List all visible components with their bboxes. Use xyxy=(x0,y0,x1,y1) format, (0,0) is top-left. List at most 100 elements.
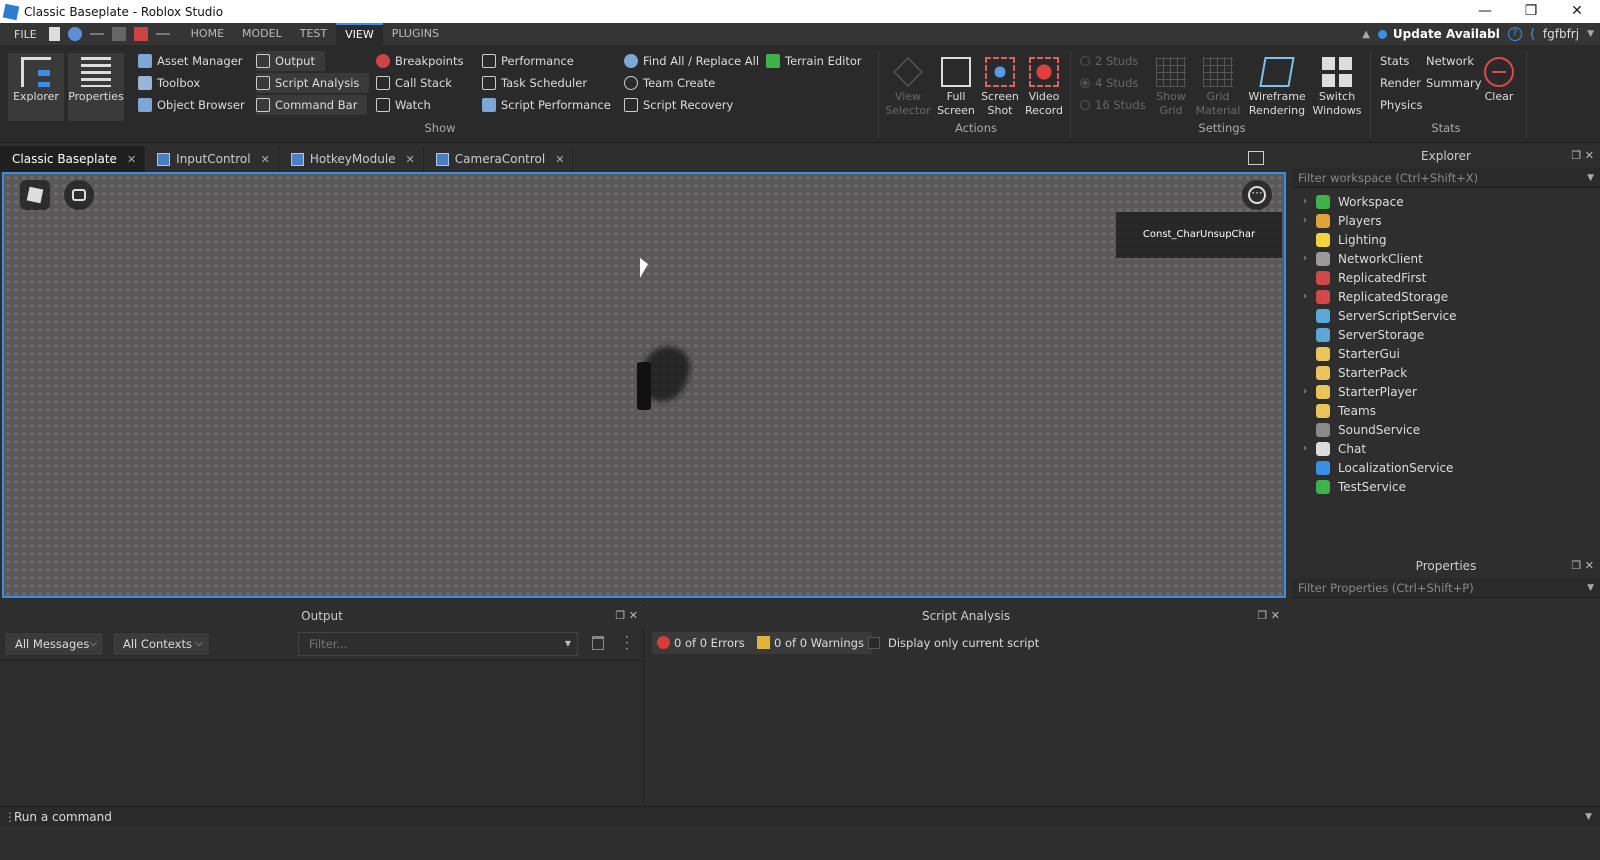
explorer-item-soundservice[interactable]: SoundService xyxy=(1292,420,1420,439)
explorer-item-lighting[interactable]: Lighting xyxy=(1292,230,1387,249)
more-options-icon[interactable]: ··· xyxy=(1242,180,1272,210)
doc-tab-cameracontrol[interactable]: CameraControl ✕ xyxy=(424,146,574,172)
network-button[interactable]: Network xyxy=(1426,51,1474,71)
user-dropdown-icon[interactable]: ▼ xyxy=(1587,29,1594,39)
switch-windows-button[interactable]: Switch Windows xyxy=(1308,53,1366,121)
maximize-button[interactable]: ❐ xyxy=(1508,0,1554,23)
panel-controls[interactable]: ❐ ✕ xyxy=(615,606,638,626)
find-icon[interactable] xyxy=(67,27,82,41)
explorer-button[interactable]: Explorer xyxy=(8,53,64,121)
toolbox-button[interactable]: Toolbox xyxy=(138,73,200,93)
game-viewport[interactable]: ··· Const_CharUnsupChar xyxy=(2,172,1286,598)
expand-chevron-icon[interactable]: › xyxy=(1298,291,1312,302)
close-tab-icon[interactable]: ✕ xyxy=(261,153,270,166)
popout-viewport-icon[interactable] xyxy=(1248,151,1264,165)
grid-material-button[interactable]: Grid Material xyxy=(1190,53,1246,121)
close-tab-icon[interactable]: ✕ xyxy=(406,153,415,166)
explorer-item-teams[interactable]: Teams xyxy=(1292,401,1376,420)
script-analysis-button[interactable]: Script Analysis xyxy=(256,73,370,93)
output-filter-input[interactable]: Filter... ▼ xyxy=(298,632,578,656)
explorer-item-startergui[interactable]: StarterGui xyxy=(1292,344,1400,363)
breakpoints-button[interactable]: Breakpoints xyxy=(376,51,463,71)
publish-icon[interactable] xyxy=(111,27,126,41)
terrain-editor-button[interactable]: Terrain Editor xyxy=(766,51,862,71)
roblox-menu-icon[interactable] xyxy=(20,180,50,210)
close-tab-icon[interactable]: ✕ xyxy=(555,153,564,166)
explorer-item-serverscriptservice[interactable]: ServerScriptService xyxy=(1292,306,1457,325)
wireframe-rendering-button[interactable]: Wireframe Rendering xyxy=(1246,53,1308,121)
grid-4-studs-radio[interactable]: 4 Studs xyxy=(1080,73,1138,93)
explorer-item-replicatedstorage[interactable]: › ReplicatedStorage xyxy=(1292,287,1448,306)
drag-handle-icon[interactable]: ⋮ xyxy=(4,807,16,827)
close-tab-icon[interactable]: ✕ xyxy=(127,153,136,166)
context-select[interactable]: All Contexts ⌵ xyxy=(112,632,210,656)
properties-button[interactable]: Properties xyxy=(68,53,124,121)
command-history-icon[interactable]: ▼ xyxy=(1585,807,1592,827)
command-bar[interactable]: ⋮ Run a command ▼ xyxy=(0,806,1600,826)
explorer-item-workspace[interactable]: › Workspace xyxy=(1292,192,1404,211)
watch-button[interactable]: Watch xyxy=(376,95,431,115)
script-recovery-button[interactable]: Script Recovery xyxy=(624,95,733,115)
properties-filter-input[interactable]: Filter Properties (Ctrl+Shift+P) ▼ xyxy=(1292,578,1600,598)
more-vertical-icon[interactable]: · · · xyxy=(625,631,629,655)
checkbox[interactable] xyxy=(868,637,880,649)
filter-dropdown-icon[interactable]: ▼ xyxy=(1587,578,1594,598)
panel-controls[interactable]: ❐ ✕ xyxy=(1571,146,1594,166)
message-type-select[interactable]: All Messages ⌵ xyxy=(4,632,104,656)
clear-stats-button[interactable]: Clear xyxy=(1474,53,1524,121)
explorer-item-localizationservice[interactable]: LocalizationService xyxy=(1292,458,1453,477)
file-menu[interactable]: FILE xyxy=(0,28,49,41)
explorer-item-networkclient[interactable]: › NetworkClient xyxy=(1292,249,1423,268)
explorer-item-chat[interactable]: › Chat xyxy=(1292,439,1366,458)
explorer-item-starterpack[interactable]: StarterPack xyxy=(1292,363,1407,382)
video-record-button[interactable]: Video Record xyxy=(1016,53,1072,121)
panel-controls[interactable]: ❐ ✕ xyxy=(1571,556,1594,576)
physics-button[interactable]: Physics xyxy=(1380,95,1423,115)
update-available-notice[interactable]: Update Availabl xyxy=(1377,27,1500,41)
help-icon[interactable]: ? xyxy=(1507,27,1522,41)
expand-chevron-icon[interactable]: › xyxy=(1298,196,1312,207)
grid-16-studs-radio[interactable]: 16 Studs xyxy=(1080,95,1146,115)
player-character[interactable] xyxy=(637,362,651,410)
current-script-only-toggle[interactable]: Display only current script xyxy=(868,636,1039,650)
explorer-item-testservice[interactable]: TestService xyxy=(1292,477,1406,496)
stop-icon[interactable] xyxy=(133,27,148,41)
expand-chevron-icon[interactable]: › xyxy=(1298,253,1312,264)
redo-icon[interactable] xyxy=(89,33,104,39)
tab-model[interactable]: MODEL xyxy=(233,23,291,45)
undo-icon[interactable] xyxy=(155,33,170,39)
tab-plugins[interactable]: PLUGINS xyxy=(383,23,448,45)
asset-manager-button[interactable]: Asset Manager xyxy=(138,51,243,71)
close-window-button[interactable]: ✕ xyxy=(1554,0,1600,23)
user-name[interactable]: fgfbfrj xyxy=(1543,27,1579,41)
trash-icon[interactable] xyxy=(592,636,604,650)
explorer-item-replicatedfirst[interactable]: ReplicatedFirst xyxy=(1292,268,1426,287)
team-create-button[interactable]: Team Create xyxy=(624,73,715,93)
render-button[interactable]: Render xyxy=(1380,73,1421,93)
minimize-button[interactable]: — xyxy=(1462,0,1508,23)
doc-tab-inputcontrol[interactable]: InputControl ✕ xyxy=(145,146,279,172)
task-scheduler-button[interactable]: Task Scheduler xyxy=(482,73,587,93)
command-bar-button[interactable]: Command Bar xyxy=(256,95,368,115)
expand-chevron-icon[interactable]: › xyxy=(1298,443,1312,454)
grid-2-studs-radio[interactable]: 2 Studs xyxy=(1080,51,1138,71)
collapse-ribbon-icon[interactable]: ▲ xyxy=(1362,29,1370,40)
tab-home[interactable]: HOME xyxy=(182,23,233,45)
call-stack-button[interactable]: Call Stack xyxy=(376,73,452,93)
find-all-replace-button[interactable]: Find All / Replace All xyxy=(624,51,759,71)
object-browser-button[interactable]: Object Browser xyxy=(138,95,245,115)
doc-tab-classic-baseplate[interactable]: Classic Baseplate ✕ xyxy=(0,146,146,172)
filter-dropdown-icon[interactable]: ▼ xyxy=(1587,168,1594,188)
explorer-item-serverstorage[interactable]: ServerStorage xyxy=(1292,325,1424,344)
output-button[interactable]: Output xyxy=(256,51,325,71)
explorer-item-starterplayer[interactable]: › StarterPlayer xyxy=(1292,382,1417,401)
errors-filter-button[interactable]: 0 of 0 Errors xyxy=(652,632,753,654)
chat-toggle-icon[interactable] xyxy=(64,180,94,210)
warnings-filter-button[interactable]: 0 of 0 Warnings xyxy=(752,632,872,654)
stats-button[interactable]: Stats xyxy=(1380,51,1409,71)
share-icon[interactable]: ⟨ xyxy=(1530,27,1535,42)
explorer-filter-input[interactable]: Filter workspace (Ctrl+Shift+X) ▼ xyxy=(1292,168,1600,188)
new-file-icon[interactable] xyxy=(48,27,60,41)
doc-tab-hotkeymodule[interactable]: HotkeyModule ✕ xyxy=(279,146,424,172)
script-performance-button[interactable]: Script Performance xyxy=(482,95,611,115)
